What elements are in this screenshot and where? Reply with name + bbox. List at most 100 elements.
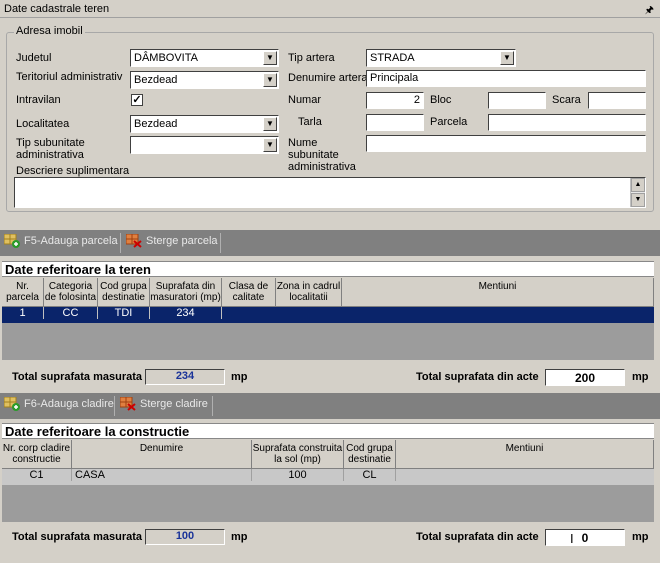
text-cursor-icon: I (570, 531, 574, 546)
adauga-cladire-button[interactable]: F6-Adauga cladire (3, 396, 114, 415)
teritoriul-combo[interactable]: Bezdead ▼ (130, 71, 279, 89)
cell-categoria: CC (44, 307, 98, 319)
col-header-clasa[interactable]: Clasa de calitate (222, 278, 276, 307)
scara-label: Scara (552, 94, 581, 106)
col-header-suprafata[interactable]: Suprafata din masuratori (mp) (150, 278, 222, 307)
tarla-input[interactable] (366, 114, 424, 131)
delete-grid-icon (125, 233, 142, 248)
teren-section-title: Date referitoare la teren (2, 261, 654, 277)
adauga-cladire-label: F6-Adauga cladire (24, 397, 114, 410)
teren-total-acte-input[interactable]: 200 (545, 369, 625, 386)
col-header-nr-parcela[interactable]: Nr. parcela (2, 278, 44, 307)
intravilan-label: Intravilan (16, 94, 61, 106)
add-grid-icon (3, 396, 20, 411)
col-header-nr-corp[interactable]: Nr. corp cladire constructie (2, 440, 72, 469)
cell-nr: 1 (2, 307, 44, 319)
descriere-label: Descriere suplimentara (16, 165, 130, 177)
cell-cod: CL (344, 469, 396, 481)
table-row[interactable]: C1 CASA 100 CL (2, 469, 654, 485)
chevron-down-icon[interactable]: ▼ (263, 73, 277, 87)
scroll-down-icon[interactable]: ▼ (631, 193, 645, 207)
teren-unit-mp-acte: mp (632, 371, 649, 383)
teren-total-masurata-label: Total suprafata masurata (12, 371, 143, 383)
toolbar-separator (120, 233, 121, 253)
sterge-parcela-label: Sterge parcela (146, 234, 218, 247)
teritoriul-label: Teritoriul administrativ (16, 71, 123, 83)
nume-subunitate-input[interactable] (366, 135, 646, 152)
sterge-cladire-label: Sterge cladire (140, 397, 208, 410)
col-header-mentiuni[interactable]: Mentiuni (396, 440, 654, 469)
adresa-group-label: Adresa imobil (14, 25, 85, 37)
constructie-section-title: Date referitoare la constructie (2, 423, 654, 439)
col-header-suprafata-construita[interactable]: Suprafata construita la sol (mp) (252, 440, 344, 469)
toolbar-separator (114, 396, 115, 416)
sterge-parcela-button[interactable]: Sterge parcela (125, 233, 218, 252)
constructie-total-masurata-value: 100 (145, 529, 225, 545)
pin-icon[interactable]: 🖈 (645, 3, 654, 20)
window-title: Date cadastrale teren (4, 3, 110, 15)
col-header-mentiuni[interactable]: Mentiuni (342, 278, 654, 307)
denumire-artera-input[interactable]: Principala (366, 70, 646, 87)
teren-total-acte-label: Total suprafata din acte (416, 371, 539, 383)
parcela-input[interactable] (488, 114, 646, 131)
judetul-combo[interactable]: DÂMBOVITA ▼ (130, 49, 279, 67)
tip-artera-value: STRADA (370, 52, 415, 64)
teren-grid: Nr. parcela Categoria de folosinta Cod g… (2, 278, 654, 360)
nume-subunitate-label: Nume subunitate administrativa (288, 137, 356, 173)
col-header-cod-grupa[interactable]: Cod grupa destinatie (98, 278, 150, 307)
tarla-label: Tarla (298, 116, 322, 128)
chevron-down-icon[interactable]: ▼ (263, 138, 277, 152)
localitatea-label: Localitatea (16, 118, 70, 130)
numar-input[interactable]: 2 (366, 92, 424, 109)
judetul-value: DÂMBOVITA (134, 52, 198, 64)
constructie-grid: Nr. corp cladire constructie Denumire Su… (2, 440, 654, 522)
cell-denumire: CASA (72, 469, 252, 481)
tip-subunitate-label: Tip subunitate administrativa (16, 137, 85, 161)
col-header-cod-grupa[interactable]: Cod grupa destinatie (344, 440, 396, 469)
col-header-denumire[interactable]: Denumire (72, 440, 252, 469)
col-header-zona[interactable]: Zona in cadrul localitatii (276, 278, 342, 307)
tip-subunitate-combo[interactable]: ▼ (130, 136, 279, 154)
constructie-total-acte-input[interactable]: 0 (545, 529, 625, 546)
constructie-unit-mp: mp (231, 531, 248, 543)
adauga-parcela-label: F5-Adauga parcela (24, 234, 118, 247)
sterge-cladire-button[interactable]: Sterge cladire (119, 396, 208, 415)
constructie-unit-mp-acte: mp (632, 531, 649, 543)
scara-input[interactable] (588, 92, 646, 109)
adauga-parcela-button[interactable]: F5-Adauga parcela (3, 233, 118, 252)
teren-total-masurata-value: 234 (145, 369, 225, 385)
toolbar-separator (220, 233, 221, 253)
parcele-toolbar: F5-Adauga parcela Sterge parcela (0, 230, 660, 256)
scroll-up-icon[interactable]: ▲ (631, 178, 645, 192)
judetul-label: Judetul (16, 52, 52, 64)
descriere-scrollbar[interactable]: ▲ ▼ (630, 178, 645, 207)
cell-cod: TDI (98, 307, 150, 319)
constructie-total-acte-label: Total suprafata din acte (416, 531, 539, 543)
chevron-down-icon[interactable]: ▼ (263, 117, 277, 131)
teren-unit-mp: mp (231, 371, 248, 383)
table-row[interactable]: 1 CC TDI 234 (2, 307, 654, 323)
tip-artera-combo[interactable]: STRADA ▼ (366, 49, 516, 67)
denumire-artera-label: Denumire artera (288, 72, 368, 84)
intravilan-checkbox[interactable]: ✓ (131, 94, 143, 106)
col-header-categoria[interactable]: Categoria de folosinta (44, 278, 98, 307)
teren-totals: Total suprafata masurata 234 mp Total su… (2, 362, 654, 392)
constructie-totals: Total suprafata masurata 100 mp Total su… (2, 522, 654, 556)
add-grid-icon (3, 233, 20, 248)
constructie-total-masurata-label: Total suprafata masurata (12, 531, 143, 543)
bloc-label: Bloc (430, 94, 452, 106)
bloc-input[interactable] (488, 92, 546, 109)
cell-nr-corp: C1 (2, 469, 72, 481)
delete-grid-icon (119, 396, 136, 411)
chevron-down-icon[interactable]: ▼ (263, 51, 277, 65)
tip-artera-label: Tip artera (288, 52, 335, 64)
cladiri-toolbar: F6-Adauga cladire Sterge cladire (0, 393, 660, 419)
localitatea-combo[interactable]: Bezdead ▼ (130, 115, 279, 133)
toolbar-separator (212, 396, 213, 416)
localitatea-value: Bezdead (134, 118, 178, 130)
chevron-down-icon[interactable]: ▼ (500, 51, 514, 65)
window-titlebar: Date cadastrale teren 🖈 (0, 0, 660, 18)
descriere-textarea[interactable]: ▲ ▼ (14, 177, 646, 208)
teritoriul-value: Bezdead (134, 74, 178, 86)
numar-label: Numar (288, 94, 322, 106)
